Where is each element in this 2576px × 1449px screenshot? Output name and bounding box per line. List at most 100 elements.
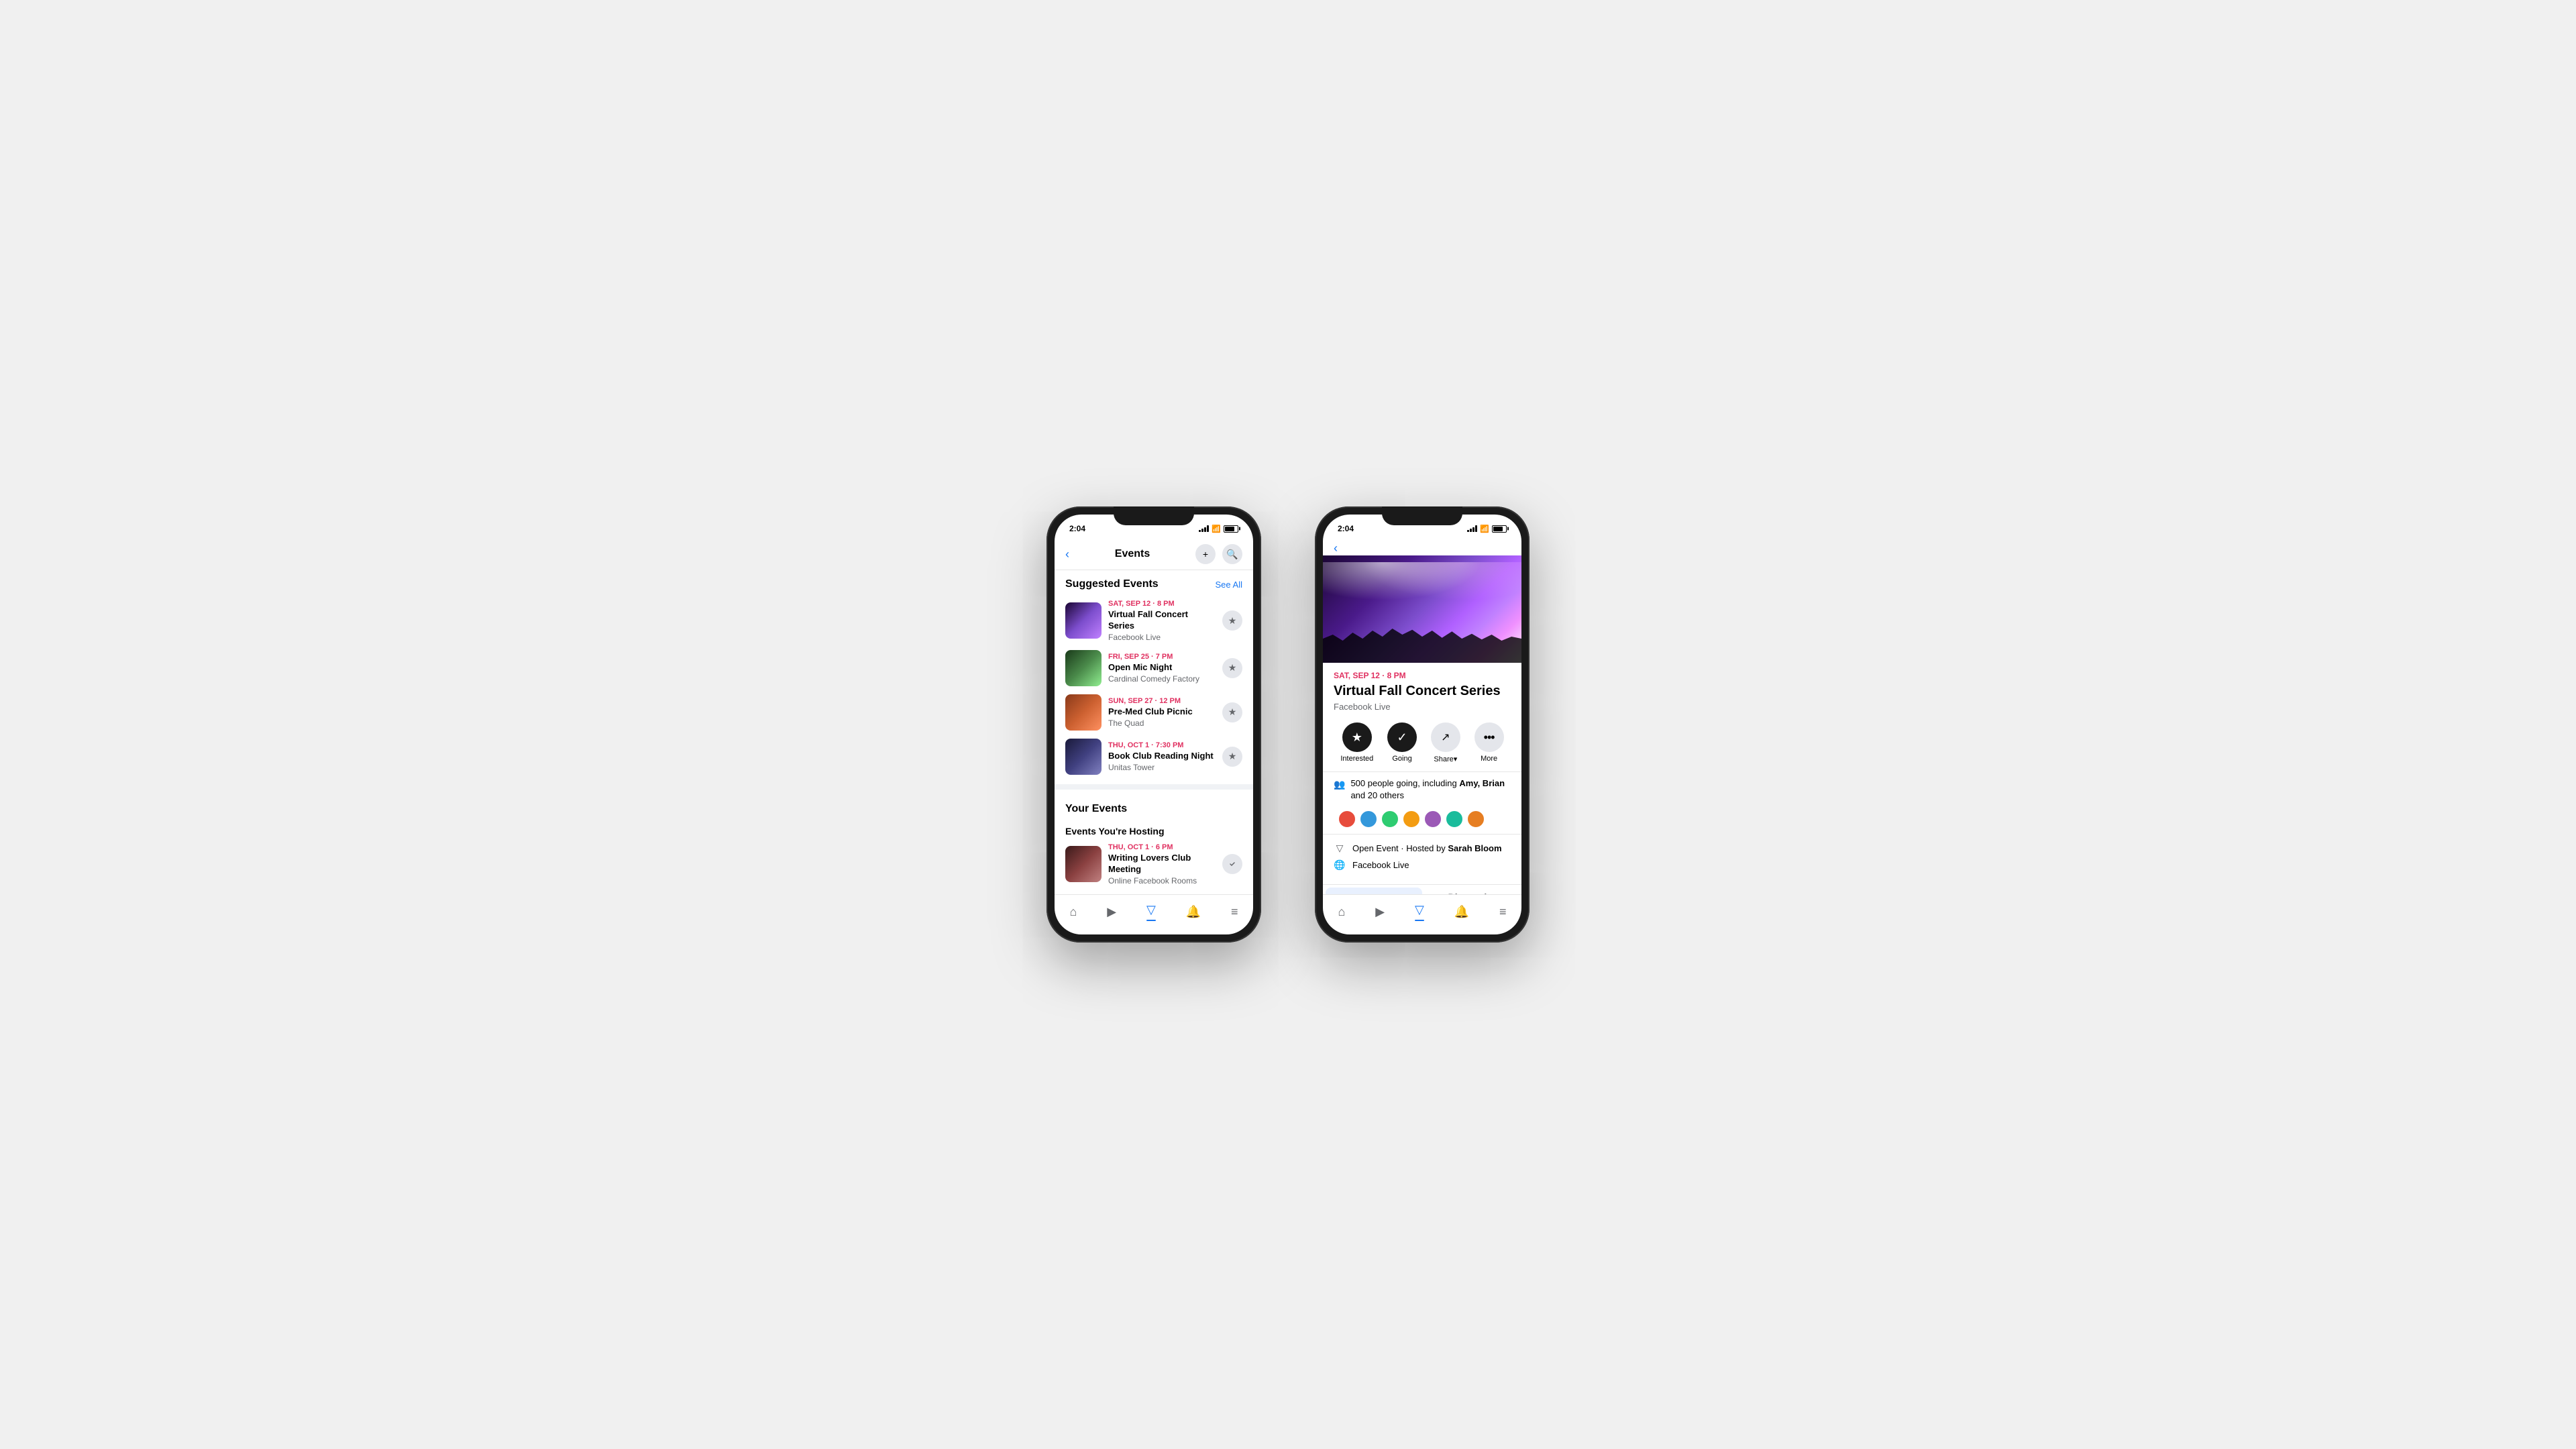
tab2-notifications[interactable]: 🔔: [1446, 902, 1477, 922]
event-save-2[interactable]: ★: [1222, 658, 1242, 678]
event-save-3[interactable]: ★: [1222, 702, 1242, 722]
suggested-event-4[interactable]: THU, OCT 1 · 7:30 PM Book Club Reading N…: [1055, 735, 1253, 779]
suggested-event-1[interactable]: SAT, SEP 12 · 8 PM Virtual Fall Concert …: [1055, 596, 1253, 646]
avatars-row: [1338, 807, 1521, 834]
add-event-button[interactable]: +: [1195, 544, 1216, 564]
page-title: Events: [1115, 548, 1150, 560]
event-info-3: SUN, SEP 27 · 12 PM Pre-Med Club Picnic …: [1108, 697, 1216, 728]
event-thumb-3: [1065, 694, 1102, 731]
attendees-count: 500 people going, including: [1350, 778, 1456, 788]
event-name-4: Book Club Reading Night: [1108, 751, 1216, 762]
hosting-action-1[interactable]: [1222, 854, 1242, 874]
event-hero-image: [1323, 555, 1521, 663]
platform-text: Facebook Live: [1352, 860, 1409, 870]
avatar-4: [1402, 810, 1421, 828]
funnel-icon: ▽: [1334, 843, 1346, 854]
tab2-events[interactable]: ▽: [1407, 900, 1432, 924]
back-button[interactable]: ‹: [1065, 547, 1069, 561]
detail-tab-bar: About Discussion: [1323, 884, 1521, 894]
concert-lights: [1323, 562, 1521, 616]
status-icons: 📶: [1199, 525, 1238, 533]
hosting-thumb-1: [1065, 846, 1102, 882]
detail-nav: ‹: [1323, 539, 1521, 555]
menu-icon: ≡: [1231, 905, 1238, 919]
interested-icon-circle: ★: [1342, 722, 1372, 752]
event-thumb-2: [1065, 650, 1102, 686]
suggested-title: Suggested Events: [1065, 578, 1159, 590]
event-actions-row: ★ Interested ✓ Going ↗ Shar: [1323, 717, 1521, 771]
suggested-event-2[interactable]: FRI, SEP 25 · 7 PM Open Mic Night Cardin…: [1055, 646, 1253, 690]
avatar-7: [1466, 810, 1485, 828]
event-save-4[interactable]: ★: [1222, 747, 1242, 767]
event-meta: ▽ Open Event · Hosted by Sarah Bloom 🌐 F…: [1323, 834, 1521, 879]
event-name-1: Virtual Fall Concert Series: [1108, 609, 1216, 632]
detail-title: Virtual Fall Concert Series: [1334, 683, 1511, 699]
share-icon-circle: ↗: [1431, 722, 1460, 752]
tab-about[interactable]: About: [1326, 888, 1422, 894]
suggested-event-3[interactable]: SUN, SEP 27 · 12 PM Pre-Med Club Picnic …: [1055, 690, 1253, 735]
event-save-1[interactable]: ★: [1222, 610, 1242, 631]
battery-icon-2: [1492, 525, 1507, 533]
more-button[interactable]: ••• More: [1474, 722, 1504, 763]
status-time: 2:04: [1069, 524, 1085, 533]
status-icons-2: 📶: [1467, 525, 1507, 533]
tab-menu[interactable]: ≡: [1223, 902, 1246, 922]
search-button[interactable]: 🔍: [1222, 544, 1242, 564]
hosting-title: Events You're Hosting: [1055, 820, 1253, 839]
people-icon: 👥: [1334, 779, 1345, 790]
detail-scroll[interactable]: SAT, SEP 12 · 8 PM Virtual Fall Concert …: [1323, 663, 1521, 894]
suggested-section-header: Suggested Events See All: [1055, 570, 1253, 596]
detail-header: SAT, SEP 12 · 8 PM Virtual Fall Concert …: [1323, 663, 1521, 717]
share-icon: ↗: [1441, 731, 1450, 744]
going-button[interactable]: ✓ Going: [1387, 722, 1417, 763]
concert-image: [1323, 555, 1521, 663]
going-label: Going: [1392, 755, 1411, 763]
more-dots-icon: •••: [1484, 731, 1495, 745]
tab-active-indicator-2: [1415, 920, 1424, 921]
hosting-event-1[interactable]: THU, OCT 1 · 6 PM Writing Lovers Club Me…: [1055, 839, 1253, 890]
more-icon-circle: •••: [1474, 722, 1504, 752]
globe-icon: 🌐: [1334, 859, 1346, 871]
tab-events[interactable]: ▽: [1138, 900, 1164, 924]
avatar-5: [1424, 810, 1442, 828]
interested-button[interactable]: ★ Interested: [1340, 722, 1373, 763]
phone-events-list: 2:04 📶 ‹ Events +: [1046, 506, 1261, 943]
event-date-3: SUN, SEP 27 · 12 PM: [1108, 697, 1216, 705]
screen-events-list: 2:04 📶 ‹ Events +: [1055, 515, 1253, 934]
event-date-2: FRI, SEP 25 · 7 PM: [1108, 653, 1216, 661]
event-info-2: FRI, SEP 25 · 7 PM Open Mic Night Cardin…: [1108, 653, 1216, 684]
tab2-watch[interactable]: ▶: [1367, 902, 1393, 922]
menu-icon-2: ≡: [1499, 905, 1507, 919]
tab-notifications[interactable]: 🔔: [1178, 902, 1209, 922]
hosting-date-1: THU, OCT 1 · 6 PM: [1108, 843, 1216, 851]
watch-icon: ▶: [1107, 905, 1116, 919]
your-events-title: Your Events: [1065, 803, 1127, 815]
tab-home[interactable]: ⌂: [1061, 902, 1085, 922]
interested-label: Interested: [1340, 755, 1373, 763]
attendees-info: 500 people going, including Amy, Brian a…: [1350, 777, 1511, 802]
event-location-1: Facebook Live: [1108, 633, 1216, 642]
suggested-see-all[interactable]: See All: [1216, 580, 1242, 590]
search-icon: 🔍: [1226, 549, 1238, 560]
wifi-icon-2: 📶: [1480, 525, 1489, 533]
event-location-2: Cardinal Comedy Factory: [1108, 674, 1216, 684]
events-icon-2: ▽: [1415, 903, 1424, 917]
detail-back-button[interactable]: ‹: [1334, 541, 1338, 555]
wifi-icon: 📶: [1212, 525, 1221, 533]
event-name-3: Pre-Med Club Picnic: [1108, 706, 1216, 718]
share-button[interactable]: ↗ Share▾: [1431, 722, 1460, 763]
event-info-4: THU, OCT 1 · 7:30 PM Book Club Reading N…: [1108, 741, 1216, 772]
star-icon: ★: [1352, 731, 1362, 745]
screen-event-detail: 2:04 📶 ‹: [1323, 515, 1521, 934]
tab2-menu[interactable]: ≡: [1491, 902, 1515, 922]
tab-discussion[interactable]: Discussion: [1425, 885, 1521, 894]
tab2-home[interactable]: ⌂: [1330, 902, 1353, 922]
tab-watch[interactable]: ▶: [1099, 902, 1124, 922]
event-thumb-4: [1065, 739, 1102, 775]
your-events-header: Your Events: [1055, 795, 1253, 820]
events-scroll[interactable]: Suggested Events See All SAT, SEP 12 · 8…: [1055, 570, 1253, 894]
concert-crowd: [1323, 623, 1521, 663]
nav-actions: + 🔍: [1195, 544, 1242, 564]
battery-icon: [1224, 525, 1238, 533]
host-text: Open Event · Hosted by Sarah Bloom: [1352, 843, 1502, 853]
